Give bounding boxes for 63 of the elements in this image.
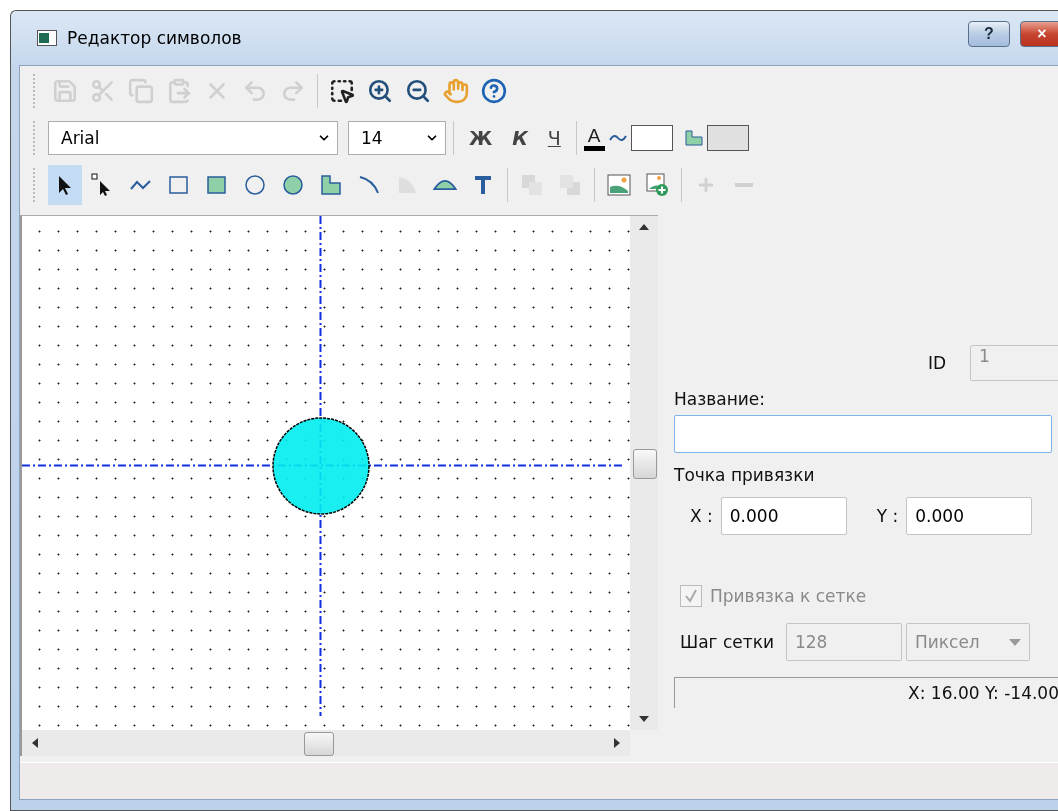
toolbar-grip[interactable] [32,167,36,203]
vertical-scrollbar[interactable] [630,216,658,730]
copy-icon [128,78,154,104]
grid-step-label: Шаг сетки [680,632,774,652]
help-icon [481,78,507,104]
scroll-left-icon [32,738,38,748]
underline-button[interactable]: Ч [539,127,569,149]
scroll-thumb[interactable] [633,449,657,479]
fill-icon [684,130,703,146]
scroll-right-icon [614,738,620,748]
zoom-out-icon [405,78,431,104]
filled-rectangle-icon [205,173,229,197]
cut-icon [90,78,116,104]
image-icon [607,173,631,197]
redo-icon [280,78,306,104]
snap-label: Привязка к сетке [710,586,867,606]
anchor-point-label: Точка привязки [674,465,815,485]
close-button[interactable]: × [1020,21,1058,47]
id-label: ID [927,353,946,373]
x-field[interactable]: 0.000 [720,497,847,535]
name-field[interactable] [674,415,1052,453]
horizontal-scrollbar[interactable] [22,730,630,756]
plus-icon [696,175,716,195]
zoom-in-icon [367,78,393,104]
italic-button[interactable]: К [504,127,536,149]
x-label: X : [690,506,713,526]
text-color-button[interactable]: A [583,125,605,151]
layers-icon [558,173,582,197]
scroll-thumb[interactable] [304,732,334,756]
cursor-coordinates: X: 16.00 Y: -14.00 [674,677,1058,708]
scroll-down-icon [639,716,649,722]
filled-circle-icon [281,173,305,197]
add-image-icon [645,173,669,197]
checkmark-icon [684,589,698,603]
select-area-icon [329,78,355,104]
paste-icon [166,78,192,104]
hand-icon [443,78,469,104]
dropdown-caret-icon [1008,638,1021,646]
help-button[interactable]: ? [968,21,1010,47]
bold-button[interactable]: Ж [461,127,501,149]
window-title: Редактор символов [67,28,243,48]
save-icon [52,78,78,104]
line-style-icon [608,132,627,144]
fill-color-swatch[interactable] [706,125,749,151]
line-color-swatch[interactable] [630,125,673,151]
layers-icon [520,173,544,197]
app-icon [37,30,57,46]
circle-shape[interactable] [271,416,371,516]
rectangle-icon [167,173,191,197]
y-label: Y : [876,506,899,526]
undo-icon [242,78,268,104]
font-size-dropdown[interactable]: 14 [348,121,446,155]
id-field: 1 [970,345,1058,381]
toolbar-grip[interactable] [32,120,36,156]
polygon-icon [319,173,343,197]
scroll-up-icon [639,224,649,230]
pointer-tool[interactable] [48,165,82,205]
font-dropdown[interactable]: Arial [48,121,338,155]
toolbar-grip[interactable] [32,73,36,109]
circle-icon [243,173,267,197]
y-field[interactable]: 0.000 [906,497,1033,535]
chord-icon [433,179,457,191]
name-label: Название: [674,389,766,409]
